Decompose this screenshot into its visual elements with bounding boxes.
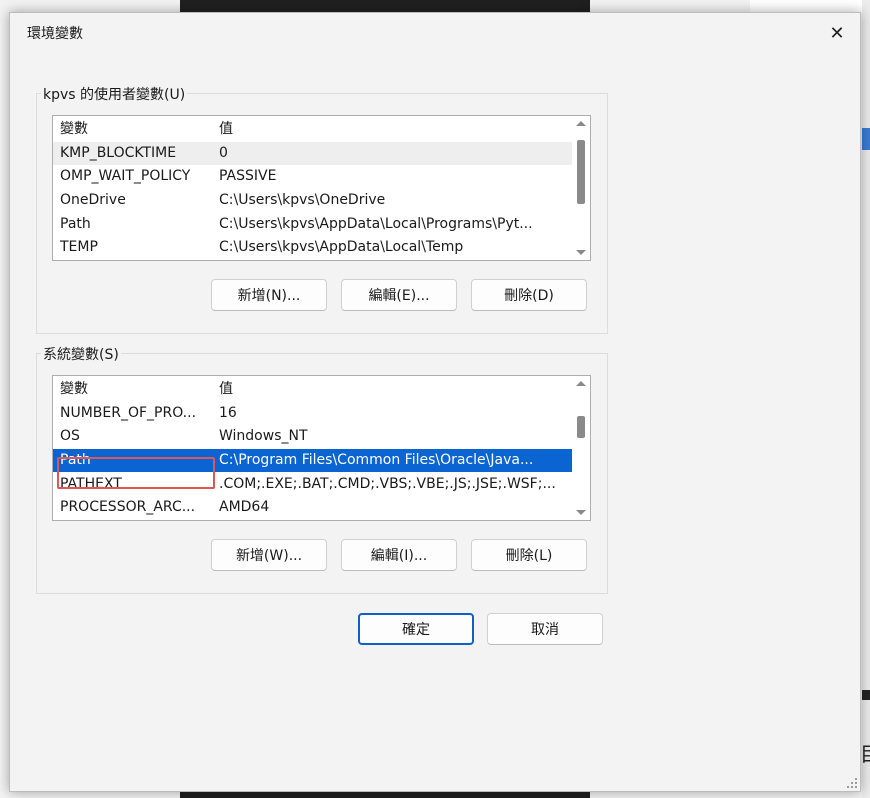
table-row[interactable]: OMP_WAIT_POLICY PASSIVE [53, 165, 590, 188]
row-variable-name: OMP_WAIT_POLICY [60, 168, 191, 184]
background-selection-strip [862, 128, 870, 150]
user-edit-button[interactable]: 編輯(E)... [341, 279, 457, 311]
row-variable-name: TEMP [60, 239, 98, 255]
scrollbar-thumb[interactable] [577, 416, 585, 438]
user-delete-button[interactable]: 刪除(D) [471, 279, 587, 311]
user-new-button[interactable]: 新增(N)... [211, 279, 327, 311]
column-header-value[interactable]: 值 [219, 118, 569, 141]
highlight-annotation-box [57, 457, 215, 489]
close-icon: ✕ [829, 22, 845, 44]
background-window-right-top [750, 0, 870, 12]
row-variable-value: 16 [219, 405, 237, 421]
title-bar[interactable]: 環境變數 ✕ [10, 13, 860, 53]
row-variable-value: .COM;.EXE;.BAT;.CMD;.VBS;.VBE;.JS;.JSE;.… [219, 476, 556, 492]
scroll-up-icon[interactable] [576, 381, 586, 386]
row-variable-name: OS [60, 428, 80, 444]
dialog-title: 環境變數 [27, 26, 83, 42]
background-right-edge [862, 0, 870, 798]
scroll-up-icon[interactable] [576, 121, 586, 126]
column-header-variable[interactable]: 變數 [60, 378, 212, 401]
scrollbar-thumb[interactable] [577, 140, 585, 204]
user-variables-label: kpvs 的使用者變數(U) [41, 84, 188, 104]
row-variable-value: C:\Users\kpvs\AppData\Local\Temp [219, 239, 464, 255]
table-row[interactable]: Path C:\Users\kpvs\AppData\Local\Program… [53, 213, 590, 236]
user-list-scrollbar[interactable] [572, 116, 590, 260]
column-header-variable[interactable]: 變數 [60, 118, 212, 141]
system-edit-button[interactable]: 編輯(I)... [341, 539, 457, 571]
background-edge-char: 目 [860, 738, 870, 767]
scroll-down-icon[interactable] [576, 250, 586, 255]
table-row[interactable]: OneDrive C:\Users\kpvs\OneDrive [53, 189, 590, 212]
system-variables-label: 系統變數(S) [41, 344, 121, 364]
close-button[interactable]: ✕ [820, 19, 854, 47]
row-variable-name: KMP_BLOCKTIME [60, 145, 177, 161]
table-row[interactable]: OS Windows_NT [53, 425, 590, 448]
system-list-scrollbar[interactable] [572, 376, 590, 520]
row-variable-value: C:\Program Files\Common Files\Oracle\Jav… [219, 452, 534, 468]
row-variable-value: AMD64 [219, 499, 270, 515]
table-row[interactable]: TEMP C:\Users\kpvs\AppData\Local\Temp [53, 236, 590, 259]
table-row[interactable]: NUMBER_OF_PRO... 16 [53, 402, 590, 425]
resize-grip-icon[interactable] [847, 778, 857, 788]
row-variable-value: C:\Users\kpvs\OneDrive [219, 192, 386, 208]
row-variable-name: Path [60, 216, 91, 232]
list-header[interactable]: 變數 值 [53, 118, 590, 141]
row-variable-name: PROCESSOR_ARC... [60, 499, 196, 515]
row-variable-value: 0 [219, 145, 228, 161]
user-variables-list[interactable]: 變數 值 KMP_BLOCKTIME 0 OMP_WAIT_POLICY PAS… [52, 115, 591, 261]
table-row[interactable]: KMP_BLOCKTIME 0 [53, 142, 590, 165]
row-variable-name: NUMBER_OF_PRO... [60, 405, 197, 421]
table-row[interactable]: PROCESSOR_ARC... AMD64 [53, 496, 590, 519]
scroll-down-icon[interactable] [576, 510, 586, 515]
environment-variables-dialog: 環境變數 ✕ kpvs 的使用者變數(U) 變數 值 KMP_BLOCKTIME… [9, 12, 861, 792]
list-header[interactable]: 變數 值 [53, 378, 590, 401]
row-variable-value: C:\Users\kpvs\AppData\Local\Programs\Pyt… [219, 216, 533, 232]
system-new-button[interactable]: 新增(W)... [211, 539, 327, 571]
background-dark-strip [180, 0, 580, 12]
system-variables-list[interactable]: 變數 值 NUMBER_OF_PRO... 16 OS Windows_NT P… [52, 375, 591, 521]
ok-button[interactable]: 確定 [358, 613, 474, 645]
cancel-button[interactable]: 取消 [487, 613, 603, 645]
background-dark-mark [862, 690, 870, 700]
row-variable-value: Windows_NT [219, 428, 308, 444]
system-delete-button[interactable]: 刪除(L) [471, 539, 587, 571]
row-variable-name: OneDrive [60, 192, 126, 208]
column-header-value[interactable]: 值 [219, 378, 569, 401]
row-variable-value: PASSIVE [219, 168, 277, 184]
